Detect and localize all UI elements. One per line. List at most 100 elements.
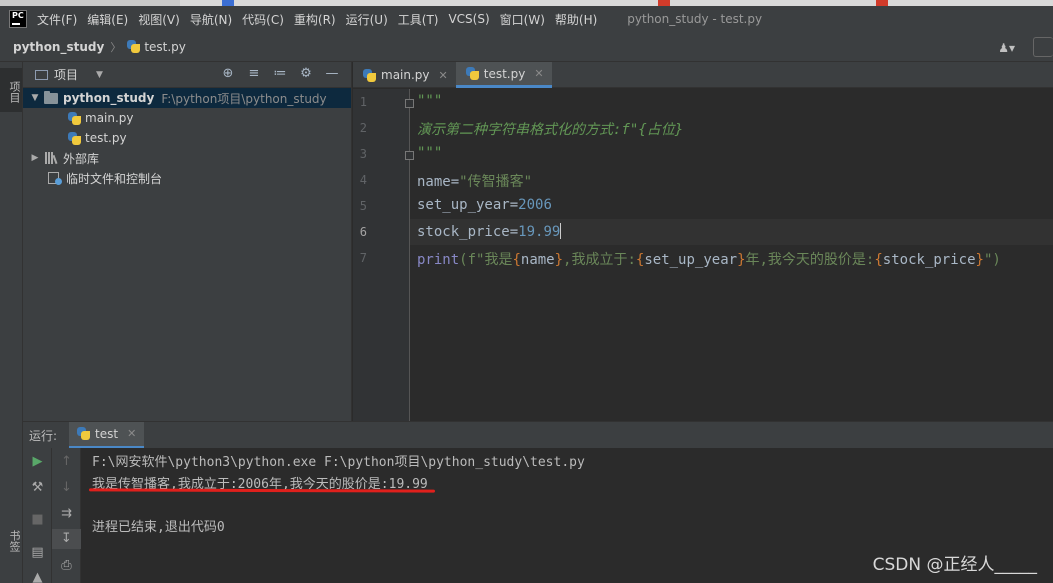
left-tool-strip: 项目: [0, 62, 23, 583]
line-number: 1: [359, 95, 367, 109]
menu-edit[interactable]: 编辑(E): [87, 11, 128, 28]
breadcrumb-file[interactable]: test.py: [144, 40, 186, 54]
run-config-box[interactable]: [1033, 37, 1053, 57]
menu-help[interactable]: 帮助(H): [555, 11, 597, 28]
gear-icon[interactable]: ⚙: [293, 66, 319, 81]
code-editor[interactable]: 1 2 3 4 5 6 7 """ 演示第二种字符串格式化的方式:f"{占位} …: [353, 89, 1053, 421]
chevron-right-icon[interactable]: ▶: [29, 153, 41, 163]
fold-marker[interactable]: [405, 99, 414, 108]
tree-external-libraries-label: 外部库: [63, 151, 100, 166]
tree-scratches[interactable]: 临时文件和控制台: [23, 168, 351, 188]
run-panel-header: 运行: test ✕: [23, 421, 1053, 449]
chevron-down-icon[interactable]: ▼: [96, 70, 103, 80]
layout-icon[interactable]: ▤: [23, 543, 52, 563]
close-icon[interactable]: ✕: [127, 427, 136, 440]
print-icon[interactable]: ⎙: [52, 556, 81, 576]
menu-bar: PC 文件(F) 编辑(E) 视图(V) 导航(N) 代码(C) 重构(R) 运…: [0, 6, 1053, 32]
minimize-icon[interactable]: —: [319, 66, 345, 81]
fold-marker[interactable]: [405, 151, 414, 160]
menu-view[interactable]: 视图(V): [138, 11, 180, 28]
code-line-2: 演示第二种字符串格式化的方式:f"{占位}: [417, 122, 684, 138]
stop-icon[interactable]: ■: [23, 510, 52, 530]
menu-file[interactable]: 文件(F): [37, 11, 77, 28]
tree-root-name: python_study: [63, 91, 155, 105]
navigation-bar: python_study 〉 test.py ♟▾: [0, 32, 1053, 62]
pin-icon[interactable]: ▲: [23, 568, 52, 583]
run-label: 运行:: [29, 428, 58, 443]
chevron-down-icon[interactable]: ▼: [29, 93, 41, 103]
run-tab-test[interactable]: test ✕: [69, 421, 145, 449]
tab-label: test.py: [483, 66, 526, 81]
run-toolbar-primary: ▶ ⚒ ■ ▤ ▲: [23, 448, 52, 583]
scratch-icon: [48, 171, 62, 185]
collapse-all-icon[interactable]: ≔: [267, 66, 293, 81]
python-file-icon: [68, 131, 81, 145]
menu-run[interactable]: 运行(U): [346, 11, 388, 28]
tree-root[interactable]: ▼ python_study F:\python项目\python_study: [23, 88, 351, 108]
line-gutter: 1 2 3 4 5 6 7: [353, 89, 414, 421]
run-tab-label: test: [95, 426, 119, 441]
tree-root-path: F:\python项目\python_study: [161, 91, 327, 106]
tree-scratches-label: 临时文件和控制台: [66, 171, 163, 186]
arrow-up-icon[interactable]: ↑: [52, 452, 81, 472]
console-exit-line: 进程已结束,退出代码0: [92, 520, 225, 535]
menu-vcs[interactable]: VCS(S): [448, 12, 489, 26]
wrench-icon[interactable]: ⚒: [23, 478, 52, 498]
text-cursor: [560, 223, 562, 239]
editor-tabs: main.py ✕ test.py ✕: [353, 62, 1053, 88]
target-icon[interactable]: ⊕: [215, 66, 241, 81]
close-icon[interactable]: ✕: [439, 69, 448, 82]
line-number: 4: [359, 173, 367, 187]
tab-test-py[interactable]: test.py ✕: [455, 62, 552, 88]
code-line-6: stock_price=19.99: [417, 223, 562, 240]
tab-label: main.py: [381, 68, 430, 82]
expand-all-icon[interactable]: ≡: [241, 66, 267, 81]
run-icon[interactable]: ▶: [23, 452, 52, 472]
csdn-watermark: CSDN @正经人_____: [872, 555, 1037, 575]
pycharm-logo: PC: [9, 10, 27, 28]
menu-window[interactable]: 窗口(W): [500, 11, 545, 28]
line-number: 5: [359, 199, 367, 213]
console-command-line: F:\网安软件\python3\python.exe F:\python项目\p…: [92, 455, 585, 470]
run-toolbar-secondary: ↑ ↓ ⇉ ↧ ⎙: [52, 448, 81, 583]
window-title: python_study - test.py: [627, 12, 763, 26]
python-file-icon: [68, 111, 81, 125]
bookmarks-tool-tab[interactable]: 书签: [0, 530, 22, 552]
run-console[interactable]: F:\网安软件\python3\python.exe F:\python项目\p…: [81, 448, 1053, 583]
menu-navigate[interactable]: 导航(N): [190, 11, 232, 28]
code-line-1: """: [417, 93, 443, 109]
project-view-icon: [35, 69, 48, 80]
menu-tools[interactable]: 工具(T): [398, 11, 439, 28]
code-line-4: name="传智播客": [417, 174, 533, 190]
project-tool-tab[interactable]: 项目: [0, 68, 22, 112]
tree-external-libraries[interactable]: ▶ 外部库: [23, 148, 351, 168]
project-panel-header: 项目 ▼ ⊕ ≡ ≔ ⚙ —: [23, 62, 351, 88]
soft-wrap-icon[interactable]: ⇉: [52, 504, 81, 524]
folder-icon: [44, 90, 58, 104]
tree-file-test[interactable]: test.py: [23, 128, 351, 148]
tab-main-py[interactable]: main.py ✕: [353, 62, 456, 88]
project-tree: ▼ python_study F:\python项目\python_study …: [23, 88, 351, 188]
menu-code[interactable]: 代码(C): [242, 11, 284, 28]
python-file-icon: [77, 427, 91, 440]
menu-refactor[interactable]: 重构(R): [294, 11, 336, 28]
breadcrumb-project[interactable]: python_study: [13, 40, 104, 54]
tree-file-label: test.py: [85, 131, 127, 145]
line-number: 3: [359, 147, 367, 161]
breadcrumb-separator: 〉: [110, 40, 122, 54]
user-icon[interactable]: ♟▾: [998, 41, 1015, 55]
python-file-icon: [127, 40, 141, 53]
line-number: 2: [359, 121, 367, 135]
scroll-to-end-icon[interactable]: ↧: [52, 529, 81, 549]
close-icon[interactable]: ✕: [534, 67, 543, 80]
project-panel: 项目 ▼ ⊕ ≡ ≔ ⚙ — ▼ python_study F:\python项…: [23, 62, 352, 421]
code-line-5: set_up_year=2006: [417, 197, 552, 213]
tree-file-main[interactable]: main.py: [23, 108, 351, 128]
code-line-3: """: [417, 145, 443, 161]
project-panel-title[interactable]: 项目: [54, 66, 78, 83]
tree-file-label: main.py: [85, 111, 134, 125]
arrow-down-icon[interactable]: ↓: [52, 478, 81, 498]
python-file-icon: [465, 67, 479, 80]
library-icon: [45, 152, 58, 165]
line-number: 7: [359, 251, 367, 265]
